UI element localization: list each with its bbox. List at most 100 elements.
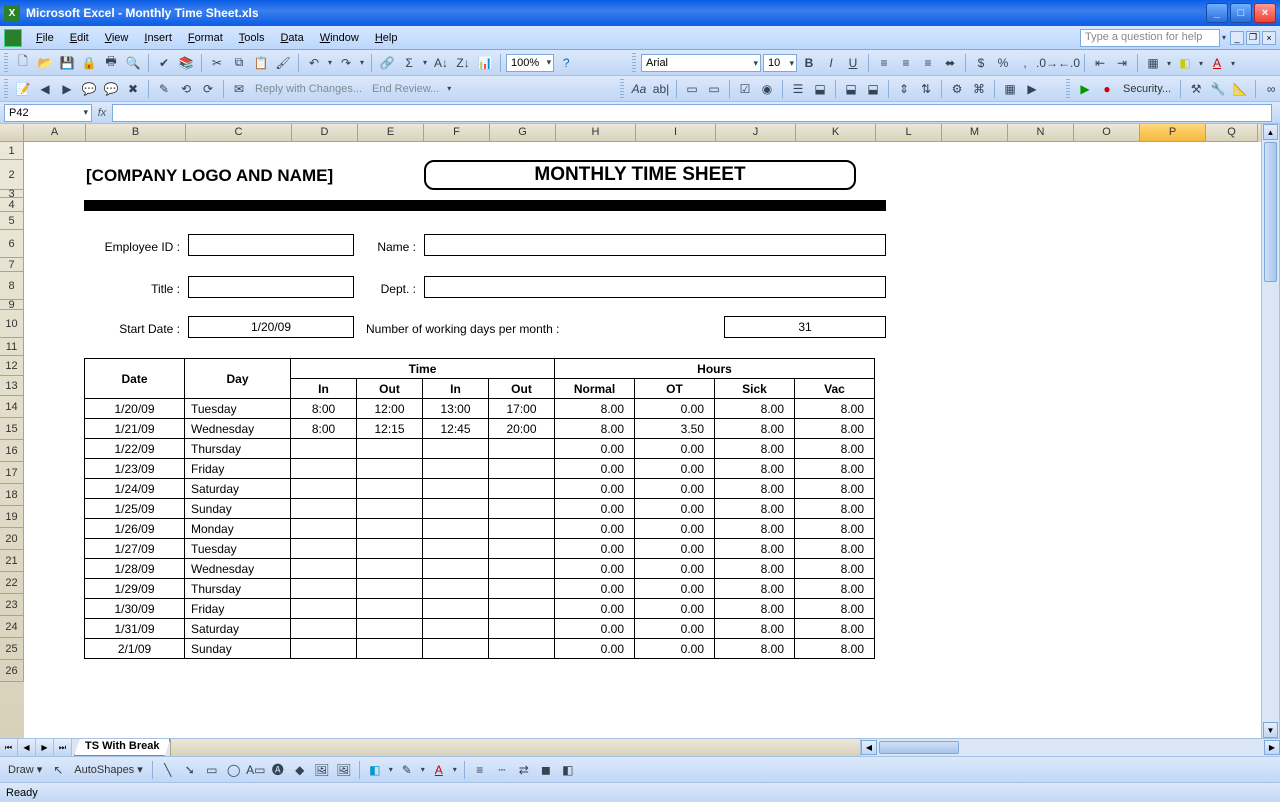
row-header-7[interactable]: 7 xyxy=(0,258,24,272)
cell-out1[interactable] xyxy=(357,459,423,479)
cell-vac[interactable]: 8.00 xyxy=(795,619,875,639)
sheet-content[interactable]: [COMPANY LOGO AND NAME] MONTHLY TIME SHE… xyxy=(24,142,1261,738)
col-header-P[interactable]: P xyxy=(1140,124,1206,142)
cell-in2[interactable] xyxy=(423,499,489,519)
row-header-17[interactable]: 17 xyxy=(0,462,24,484)
format-painter-icon[interactable]: 🖌 xyxy=(273,53,293,73)
worksheet-grid[interactable]: ABCDEFGHIJKLMNOPQ 1234567891011121314151… xyxy=(0,124,1280,738)
line-icon[interactable]: ╲ xyxy=(158,760,178,780)
wordart-icon[interactable]: 🅐 xyxy=(268,760,288,780)
cell-ot[interactable]: 0.00 xyxy=(635,539,715,559)
cell-day[interactable]: Monday xyxy=(185,519,291,539)
cell-day[interactable]: Saturday xyxy=(185,619,291,639)
cell-in2[interactable] xyxy=(423,559,489,579)
listbox-control-icon[interactable]: ☰ xyxy=(788,79,808,99)
cell-in2[interactable]: 12:45 xyxy=(423,419,489,439)
prev-comment-icon[interactable]: ◀ xyxy=(35,79,55,99)
cell-normal[interactable]: 0.00 xyxy=(555,619,635,639)
cell-in2[interactable] xyxy=(423,459,489,479)
col-header-O[interactable]: O xyxy=(1074,124,1140,142)
table-row[interactable]: 1/23/09Friday0.000.008.008.00 xyxy=(85,459,875,479)
row-header-10[interactable]: 10 xyxy=(0,310,24,338)
arrow-style-icon[interactable]: ⇄ xyxy=(514,760,534,780)
redo-icon[interactable]: ↷ xyxy=(336,53,356,73)
help-search-input[interactable]: Type a question for help xyxy=(1080,29,1220,47)
edit-code-icon[interactable]: ⌘ xyxy=(969,79,989,99)
row-headers[interactable]: 1234567891011121314151617181920212223242… xyxy=(0,142,24,738)
table-row[interactable]: 1/27/09Tuesday0.000.008.008.00 xyxy=(85,539,875,559)
input-employee-id[interactable] xyxy=(188,234,354,256)
paste-icon[interactable]: 📋 xyxy=(251,53,271,73)
cell-ot[interactable]: 0.00 xyxy=(635,439,715,459)
cell-in2[interactable] xyxy=(423,479,489,499)
cell-in1[interactable] xyxy=(291,439,357,459)
mdi-minimize-button[interactable]: _ xyxy=(1230,31,1244,45)
cell-vac[interactable]: 8.00 xyxy=(795,539,875,559)
cell-in2[interactable]: 13:00 xyxy=(423,399,489,419)
autoshapes-menu[interactable]: AutoShapes ▾ xyxy=(70,763,147,776)
cell-in1[interactable] xyxy=(291,619,357,639)
combodrop-control-icon[interactable]: ⬓ xyxy=(863,79,883,99)
maximize-button[interactable]: □ xyxy=(1230,3,1252,23)
col-header-K[interactable]: K xyxy=(796,124,876,142)
cell-in2[interactable] xyxy=(423,579,489,599)
align-left-icon[interactable]: ≡ xyxy=(874,53,894,73)
col-header-Q[interactable]: Q xyxy=(1206,124,1258,142)
tab-next-icon[interactable]: ▶ xyxy=(36,739,54,756)
row-header-22[interactable]: 22 xyxy=(0,572,24,594)
italic-icon[interactable]: I xyxy=(821,53,841,73)
cell-out1[interactable] xyxy=(357,499,423,519)
clipart-icon[interactable]: 🖼 xyxy=(312,760,332,780)
table-row[interactable]: 1/24/09Saturday0.000.008.008.00 xyxy=(85,479,875,499)
cell-sick[interactable]: 8.00 xyxy=(715,619,795,639)
zoom-combo[interactable]: 100% xyxy=(506,54,554,72)
menu-edit[interactable]: Edit xyxy=(62,29,97,47)
name-box[interactable]: P42 xyxy=(4,104,92,122)
cell-in1[interactable] xyxy=(291,519,357,539)
tab-first-icon[interactable]: ⏮ xyxy=(0,739,18,756)
cell-date[interactable]: 2/1/09 xyxy=(85,639,185,659)
cell-date[interactable]: 1/22/09 xyxy=(85,439,185,459)
percent-icon[interactable]: % xyxy=(993,53,1013,73)
col-header-F[interactable]: F xyxy=(424,124,490,142)
row-header-5[interactable]: 5 xyxy=(0,212,24,230)
currency-icon[interactable]: $ xyxy=(971,53,991,73)
help-icon[interactable]: ? xyxy=(556,53,576,73)
print-icon[interactable]: 🖶 xyxy=(101,53,121,73)
cell-day[interactable]: Sunday xyxy=(185,499,291,519)
end-review-button[interactable]: End Review... xyxy=(368,83,443,95)
cell-ot[interactable]: 3.50 xyxy=(635,419,715,439)
row-header-1[interactable]: 1 xyxy=(0,142,24,160)
undo-icon[interactable]: ↶ xyxy=(304,53,324,73)
menu-tools[interactable]: Tools xyxy=(231,29,273,47)
sort-desc-icon[interactable]: Z↓ xyxy=(453,53,473,73)
col-header-D[interactable]: D xyxy=(292,124,358,142)
tab-last-icon[interactable]: ⏭ xyxy=(54,739,72,756)
run-macro-icon[interactable]: ▶ xyxy=(1075,79,1095,99)
cell-out2[interactable] xyxy=(489,479,555,499)
combo-control-icon[interactable]: ⬓ xyxy=(810,79,830,99)
cell-date[interactable]: 1/24/09 xyxy=(85,479,185,499)
update-file-icon[interactable]: ⟳ xyxy=(198,79,218,99)
formula-bar-input[interactable] xyxy=(112,104,1272,122)
cell-normal[interactable]: 0.00 xyxy=(555,439,635,459)
row-header-20[interactable]: 20 xyxy=(0,528,24,550)
document-heading[interactable]: MONTHLY TIME SHEET xyxy=(424,160,856,190)
cell-vac[interactable]: 8.00 xyxy=(795,519,875,539)
combolist-control-icon[interactable]: ⬓ xyxy=(841,79,861,99)
cell-vac[interactable]: 8.00 xyxy=(795,399,875,419)
close-button[interactable]: × xyxy=(1254,3,1276,23)
cell-normal[interactable]: 8.00 xyxy=(555,399,635,419)
cell-normal[interactable]: 0.00 xyxy=(555,479,635,499)
align-right-icon[interactable]: ≡ xyxy=(918,53,938,73)
cell-day[interactable]: Friday xyxy=(185,459,291,479)
cell-normal[interactable]: 8.00 xyxy=(555,419,635,439)
control-properties-icon[interactable]: ⚙ xyxy=(947,79,967,99)
font-size-combo[interactable]: 10 xyxy=(763,54,797,72)
menu-view[interactable]: View xyxy=(97,29,137,47)
col-header-M[interactable]: M xyxy=(942,124,1008,142)
button-control-icon[interactable]: ▭ xyxy=(704,79,724,99)
cell-date[interactable]: 1/25/09 xyxy=(85,499,185,519)
open-icon[interactable]: 📂 xyxy=(35,53,55,73)
input-start-date[interactable]: 1/20/09 xyxy=(188,316,354,338)
